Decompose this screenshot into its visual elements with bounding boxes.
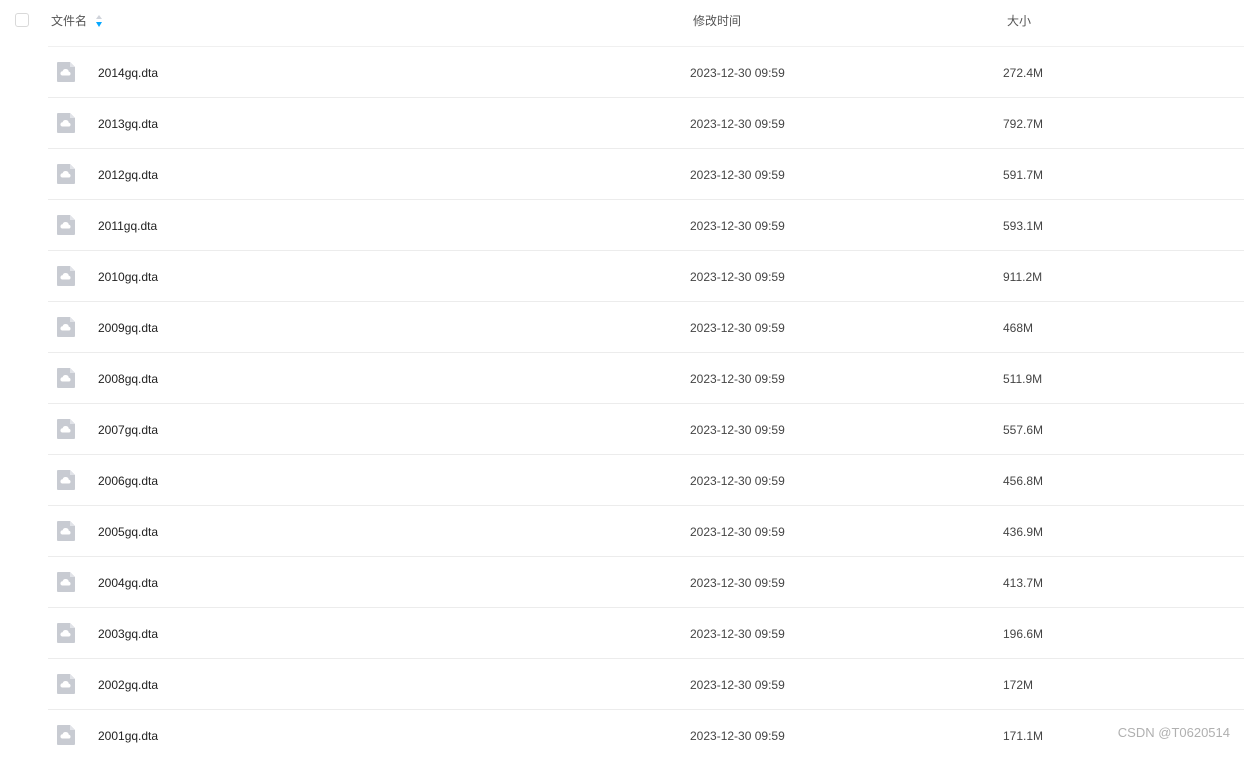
file-size: 591.7M bbox=[1003, 168, 1044, 182]
file-icon bbox=[57, 113, 75, 133]
file-icon bbox=[57, 368, 75, 388]
file-icon bbox=[57, 623, 75, 643]
file-name[interactable]: 2002gq.dta bbox=[98, 677, 158, 693]
file-icon bbox=[57, 164, 75, 184]
file-icon bbox=[57, 317, 75, 337]
file-size: 593.1M bbox=[1003, 219, 1044, 233]
file-size: 413.7M bbox=[1003, 576, 1044, 590]
file-modified-time: 2023-12-30 09:59 bbox=[690, 627, 785, 641]
file-name[interactable]: 2010gq.dta bbox=[98, 269, 158, 285]
file-name[interactable]: 2004gq.dta bbox=[98, 575, 158, 591]
watermark: CSDN @T0620514 bbox=[1117, 725, 1230, 740]
file-row[interactable]: 2008gq.dta 2023-12-30 09:59 511.9M bbox=[48, 352, 1244, 403]
file-name[interactable]: 2003gq.dta bbox=[98, 626, 158, 642]
file-modified-time: 2023-12-30 09:59 bbox=[690, 423, 785, 437]
file-icon bbox=[57, 266, 75, 286]
column-header-size[interactable]: 大小 bbox=[1007, 13, 1031, 29]
file-icon bbox=[57, 62, 75, 82]
file-modified-time: 2023-12-30 09:59 bbox=[690, 576, 785, 590]
file-modified-time: 2023-12-30 09:59 bbox=[690, 66, 785, 80]
file-name[interactable]: 2005gq.dta bbox=[98, 524, 158, 540]
file-modified-time: 2023-12-30 09:59 bbox=[690, 729, 785, 743]
file-icon bbox=[57, 521, 75, 541]
file-row[interactable]: 2006gq.dta 2023-12-30 09:59 456.8M bbox=[48, 454, 1244, 505]
file-size: 468M bbox=[1003, 321, 1034, 335]
file-icon bbox=[57, 674, 75, 694]
file-row[interactable]: 2012gq.dta 2023-12-30 09:59 591.7M bbox=[48, 148, 1244, 199]
file-modified-time: 2023-12-30 09:59 bbox=[690, 168, 785, 182]
file-row[interactable]: 2013gq.dta 2023-12-30 09:59 792.7M bbox=[48, 97, 1244, 148]
file-size: 792.7M bbox=[1003, 117, 1044, 131]
file-name[interactable]: 2011gq.dta bbox=[98, 218, 157, 234]
file-row[interactable]: 2003gq.dta 2023-12-30 09:59 196.6M bbox=[48, 607, 1244, 658]
file-modified-time: 2023-12-30 09:59 bbox=[690, 321, 785, 335]
column-header-name[interactable]: 文件名 bbox=[51, 13, 87, 29]
file-modified-time: 2023-12-30 09:59 bbox=[690, 678, 785, 692]
file-row[interactable]: 2005gq.dta 2023-12-30 09:59 436.9M bbox=[48, 505, 1244, 556]
file-size: 436.9M bbox=[1003, 525, 1044, 539]
file-icon bbox=[57, 419, 75, 439]
file-modified-time: 2023-12-30 09:59 bbox=[690, 372, 785, 386]
file-size: 911.2M bbox=[1003, 270, 1043, 284]
file-modified-time: 2023-12-30 09:59 bbox=[690, 474, 785, 488]
file-row[interactable]: 2001gq.dta 2023-12-30 09:59 171.1M bbox=[48, 709, 1244, 760]
file-row[interactable]: 2004gq.dta 2023-12-30 09:59 413.7M bbox=[48, 556, 1244, 607]
sort-desc-icon[interactable] bbox=[95, 14, 103, 28]
file-size: 511.9M bbox=[1003, 372, 1043, 386]
file-row[interactable]: 2007gq.dta 2023-12-30 09:59 557.6M bbox=[48, 403, 1244, 454]
file-name[interactable]: 2012gq.dta bbox=[98, 167, 158, 183]
file-size: 272.4M bbox=[1003, 66, 1044, 80]
file-name[interactable]: 2013gq.dta bbox=[98, 116, 158, 132]
select-all-checkbox[interactable] bbox=[15, 13, 29, 27]
file-name[interactable]: 2001gq.dta bbox=[98, 728, 158, 744]
file-icon bbox=[57, 572, 75, 592]
column-header-modified-time[interactable]: 修改时间 bbox=[693, 13, 741, 29]
file-name[interactable]: 2007gq.dta bbox=[98, 422, 158, 438]
file-modified-time: 2023-12-30 09:59 bbox=[690, 117, 785, 131]
file-name[interactable]: 2006gq.dta bbox=[98, 473, 158, 489]
file-icon bbox=[57, 725, 75, 745]
file-row[interactable]: 2009gq.dta 2023-12-30 09:59 468M bbox=[48, 301, 1244, 352]
file-size: 171.1M bbox=[1003, 729, 1044, 743]
file-modified-time: 2023-12-30 09:59 bbox=[690, 270, 785, 284]
file-size: 172M bbox=[1003, 678, 1034, 692]
file-row[interactable]: 2011gq.dta 2023-12-30 09:59 593.1M bbox=[48, 199, 1244, 250]
file-modified-time: 2023-12-30 09:59 bbox=[690, 219, 785, 233]
file-size: 456.8M bbox=[1003, 474, 1044, 488]
file-list-header: 文件名 修改时间 大小 bbox=[0, 0, 1244, 46]
file-size: 196.6M bbox=[1003, 627, 1044, 641]
file-name[interactable]: 2008gq.dta bbox=[98, 371, 158, 387]
file-name[interactable]: 2009gq.dta bbox=[98, 320, 158, 336]
file-name[interactable]: 2014gq.dta bbox=[98, 65, 158, 81]
file-row[interactable]: 2002gq.dta 2023-12-30 09:59 172M bbox=[48, 658, 1244, 709]
file-row[interactable]: 2014gq.dta 2023-12-30 09:59 272.4M bbox=[48, 46, 1244, 97]
file-row[interactable]: 2010gq.dta 2023-12-30 09:59 911.2M bbox=[48, 250, 1244, 301]
file-icon bbox=[57, 215, 75, 235]
file-modified-time: 2023-12-30 09:59 bbox=[690, 525, 785, 539]
file-icon bbox=[57, 470, 75, 490]
file-list: 2014gq.dta 2023-12-30 09:59 272.4M 2013gq.d… bbox=[0, 46, 1244, 760]
file-size: 557.6M bbox=[1003, 423, 1044, 437]
